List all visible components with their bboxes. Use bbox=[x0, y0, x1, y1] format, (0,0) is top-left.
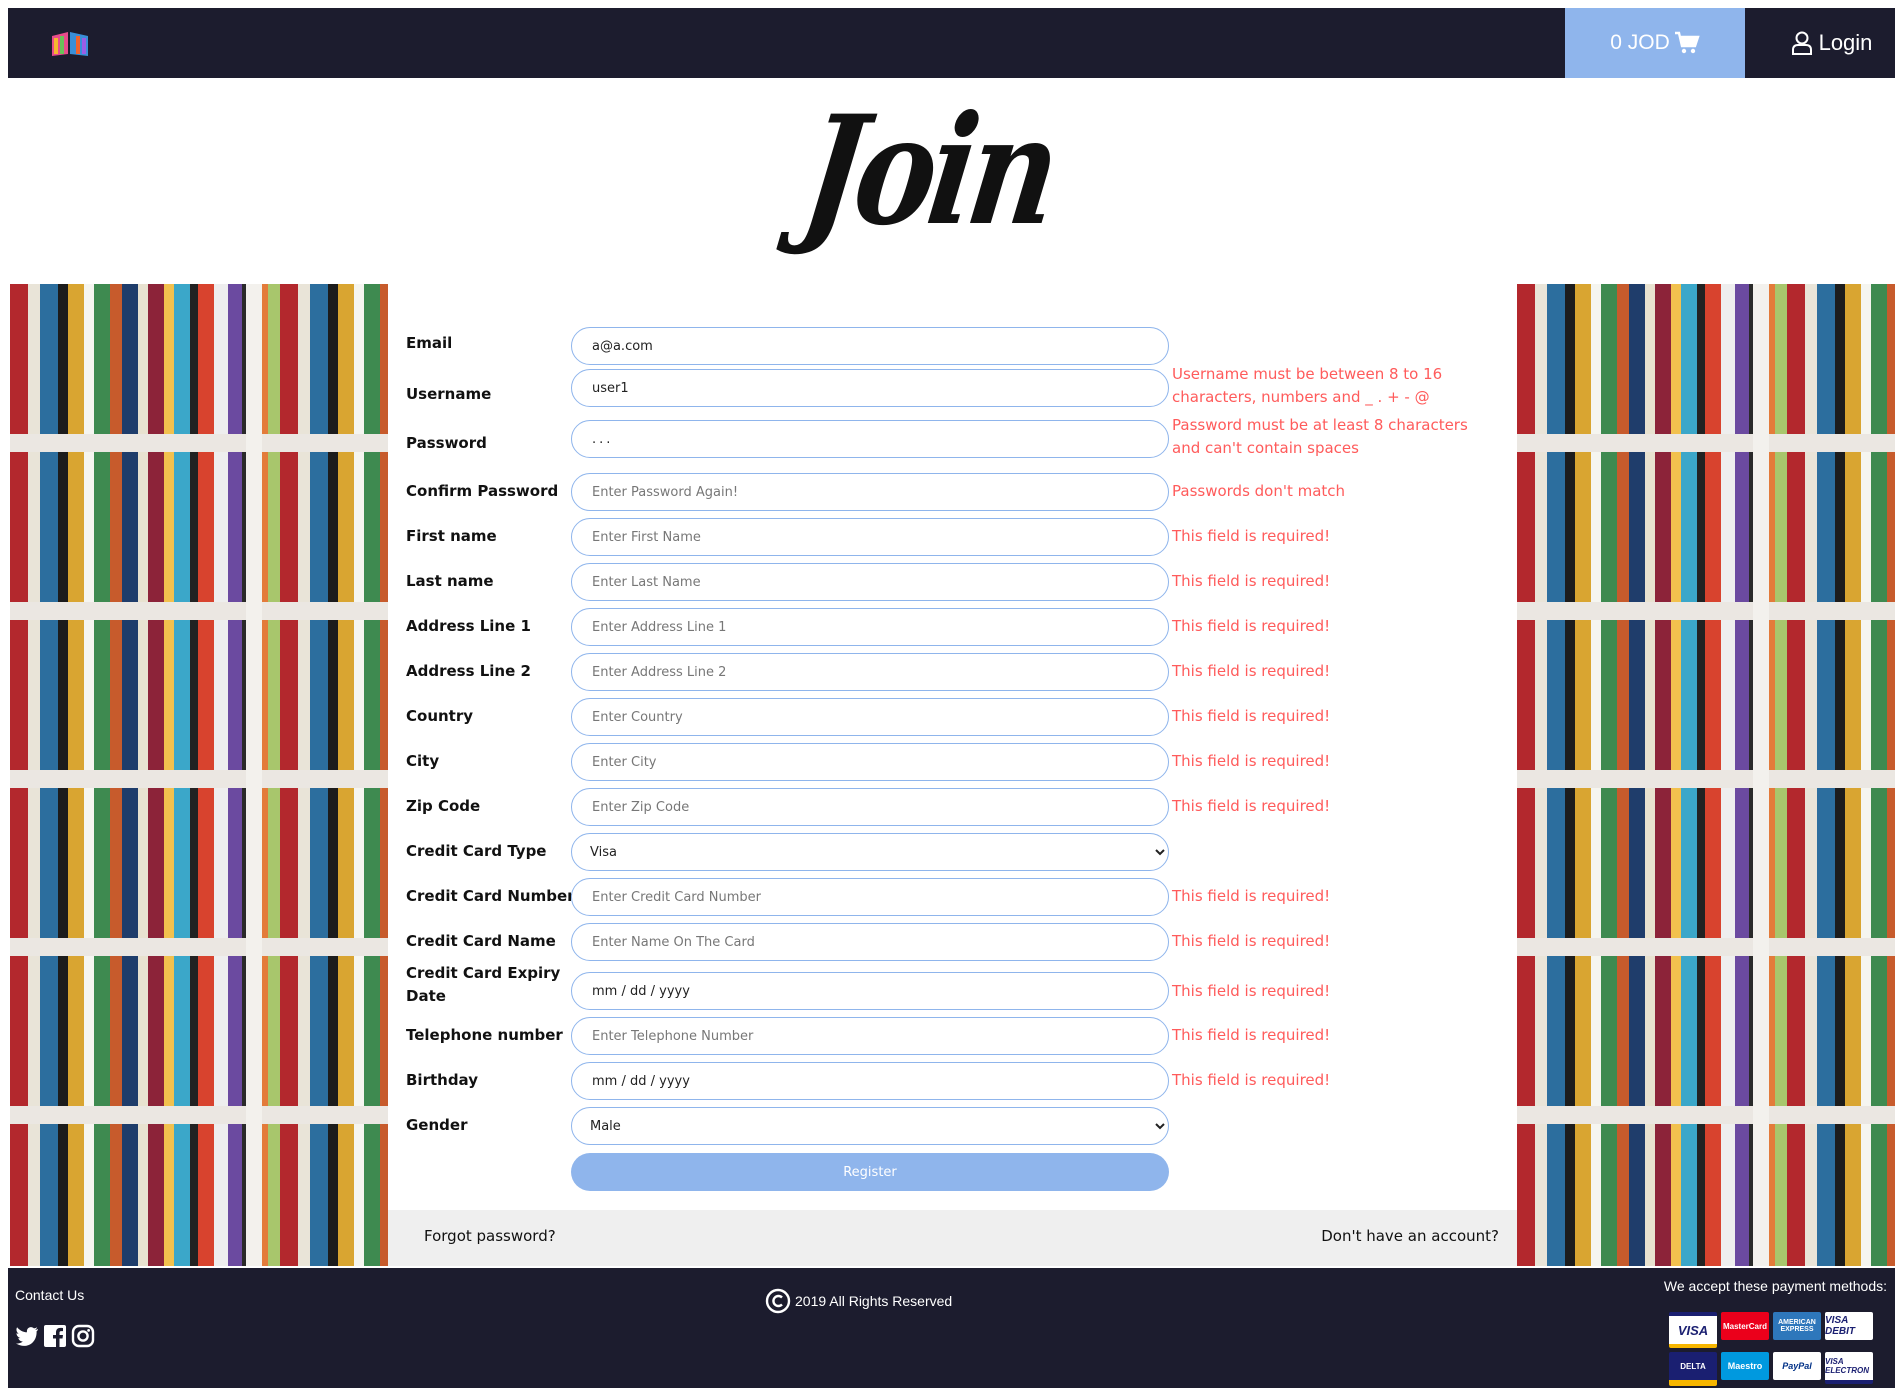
bookshelf-image-right bbox=[1517, 284, 1895, 1266]
card-name-label: Credit Card Name bbox=[406, 932, 556, 950]
card-expiry-field[interactable] bbox=[571, 972, 1169, 1010]
cart-button[interactable]: 0 JOD bbox=[1565, 8, 1745, 78]
email-label: Email bbox=[406, 334, 453, 352]
telephone-label: Telephone number bbox=[406, 1026, 563, 1044]
mastercard-icon: MasterCard bbox=[1721, 1312, 1769, 1340]
copyright-notice: 2019 All Rights Reserved bbox=[765, 1288, 952, 1314]
first-name-error: This field is required! bbox=[1172, 527, 1331, 545]
facebook-icon[interactable] bbox=[43, 1324, 67, 1348]
username-error: Username must be between 8 to 16 charact… bbox=[1172, 365, 1443, 406]
gender-select[interactable]: Male bbox=[571, 1107, 1169, 1145]
city-label: City bbox=[406, 752, 440, 770]
cart-total: 0 JOD bbox=[1610, 31, 1670, 54]
zip-code-label: Zip Code bbox=[406, 797, 481, 815]
birthday-error: This field is required! bbox=[1172, 1071, 1331, 1089]
paypal-card-icon: PayPal bbox=[1773, 1352, 1821, 1380]
email-field[interactable] bbox=[571, 327, 1169, 365]
footer: Contact Us 2019 All Rights Reserved We a… bbox=[8, 1268, 1895, 1388]
card-type-label: Credit Card Type bbox=[406, 842, 547, 860]
first-name-label: First name bbox=[406, 527, 497, 545]
card-expiry-error: This field is required! bbox=[1172, 982, 1331, 1000]
user-icon bbox=[1791, 31, 1812, 55]
maestro-card-icon: Maestro bbox=[1721, 1352, 1769, 1380]
country-label: Country bbox=[406, 707, 474, 725]
password-error: Password must be at least 8 characters a… bbox=[1172, 416, 1468, 457]
login-label: Login bbox=[1818, 30, 1873, 55]
hero-banner: Join Us bbox=[8, 78, 1895, 497]
register-button[interactable]: Register bbox=[571, 1153, 1169, 1191]
copyright-icon bbox=[765, 1288, 791, 1314]
address-1-field[interactable] bbox=[571, 608, 1169, 646]
password-field[interactable] bbox=[571, 420, 1169, 458]
contact-us-link[interactable]: Contact Us bbox=[15, 1287, 84, 1303]
address-2-field[interactable] bbox=[571, 653, 1169, 691]
visa-debit-card-icon: VISA DEBIT bbox=[1825, 1312, 1873, 1340]
last-name-label: Last name bbox=[406, 572, 494, 590]
bookshelf-image-left bbox=[10, 284, 388, 1266]
card-number-error: This field is required! bbox=[1172, 887, 1331, 905]
password-label: Password bbox=[406, 434, 487, 452]
delta-card-icon: DELTA bbox=[1669, 1352, 1717, 1386]
confirm-password-label: Confirm Password bbox=[406, 482, 559, 500]
card-number-label: Credit Card Number bbox=[406, 887, 575, 905]
no-account-link[interactable]: Don't have an account? bbox=[1321, 1227, 1499, 1245]
confirm-password-error: Passwords don't match bbox=[1172, 482, 1346, 500]
zip-code-error: This field is required! bbox=[1172, 797, 1331, 815]
card-name-error: This field is required! bbox=[1172, 932, 1331, 950]
address-2-error: This field is required! bbox=[1172, 662, 1331, 680]
form-footer: Forgot password? Don't have an account? bbox=[388, 1210, 1517, 1266]
telephone-field[interactable] bbox=[571, 1017, 1169, 1055]
username-field[interactable] bbox=[571, 369, 1169, 407]
country-field[interactable] bbox=[571, 698, 1169, 736]
zip-code-field[interactable] bbox=[571, 788, 1169, 826]
last-name-error: This field is required! bbox=[1172, 572, 1331, 590]
telephone-error: This field is required! bbox=[1172, 1026, 1331, 1044]
page-title: Join Us bbox=[793, 83, 1065, 497]
shopping-cart-icon bbox=[1674, 31, 1700, 54]
forgot-password-link[interactable]: Forgot password? bbox=[424, 1227, 556, 1245]
card-name-field[interactable] bbox=[571, 923, 1169, 961]
card-number-field[interactable] bbox=[571, 878, 1169, 916]
birthday-field[interactable] bbox=[571, 1062, 1169, 1100]
login-button[interactable]: Login bbox=[1768, 8, 1895, 78]
payment-methods-label: We accept these payment methods: bbox=[1663, 1278, 1887, 1294]
address-2-label: Address Line 2 bbox=[406, 662, 531, 680]
address-1-error: This field is required! bbox=[1172, 617, 1331, 635]
last-name-field[interactable] bbox=[571, 563, 1169, 601]
gender-label: Gender bbox=[406, 1116, 468, 1134]
books-logo-icon[interactable] bbox=[48, 28, 92, 58]
payment-cards: VISA MasterCard AMERICAN EXPRESS VISA DE… bbox=[1669, 1312, 1873, 1386]
registration-form: Email Username Username must be between … bbox=[388, 284, 1517, 1210]
card-expiry-label: Credit Card Expiry Date bbox=[406, 964, 561, 1005]
confirm-password-field[interactable] bbox=[571, 473, 1169, 511]
visa-electron-card-icon: VISA ELECTRON bbox=[1825, 1352, 1873, 1384]
twitter-icon[interactable] bbox=[15, 1324, 39, 1348]
city-error: This field is required! bbox=[1172, 752, 1331, 770]
amex-card-icon: AMERICAN EXPRESS bbox=[1773, 1312, 1821, 1340]
card-type-select[interactable]: Visa bbox=[571, 833, 1169, 871]
instagram-icon[interactable] bbox=[71, 1324, 95, 1348]
copyright-text: 2019 All Rights Reserved bbox=[795, 1293, 953, 1309]
visa-card-icon: VISA bbox=[1669, 1312, 1717, 1348]
country-error: This field is required! bbox=[1172, 707, 1331, 725]
address-1-label: Address Line 1 bbox=[406, 617, 531, 635]
first-name-field[interactable] bbox=[571, 518, 1169, 556]
social-links bbox=[15, 1324, 95, 1348]
username-label: Username bbox=[406, 385, 492, 403]
city-field[interactable] bbox=[571, 743, 1169, 781]
birthday-label: Birthday bbox=[406, 1071, 478, 1089]
